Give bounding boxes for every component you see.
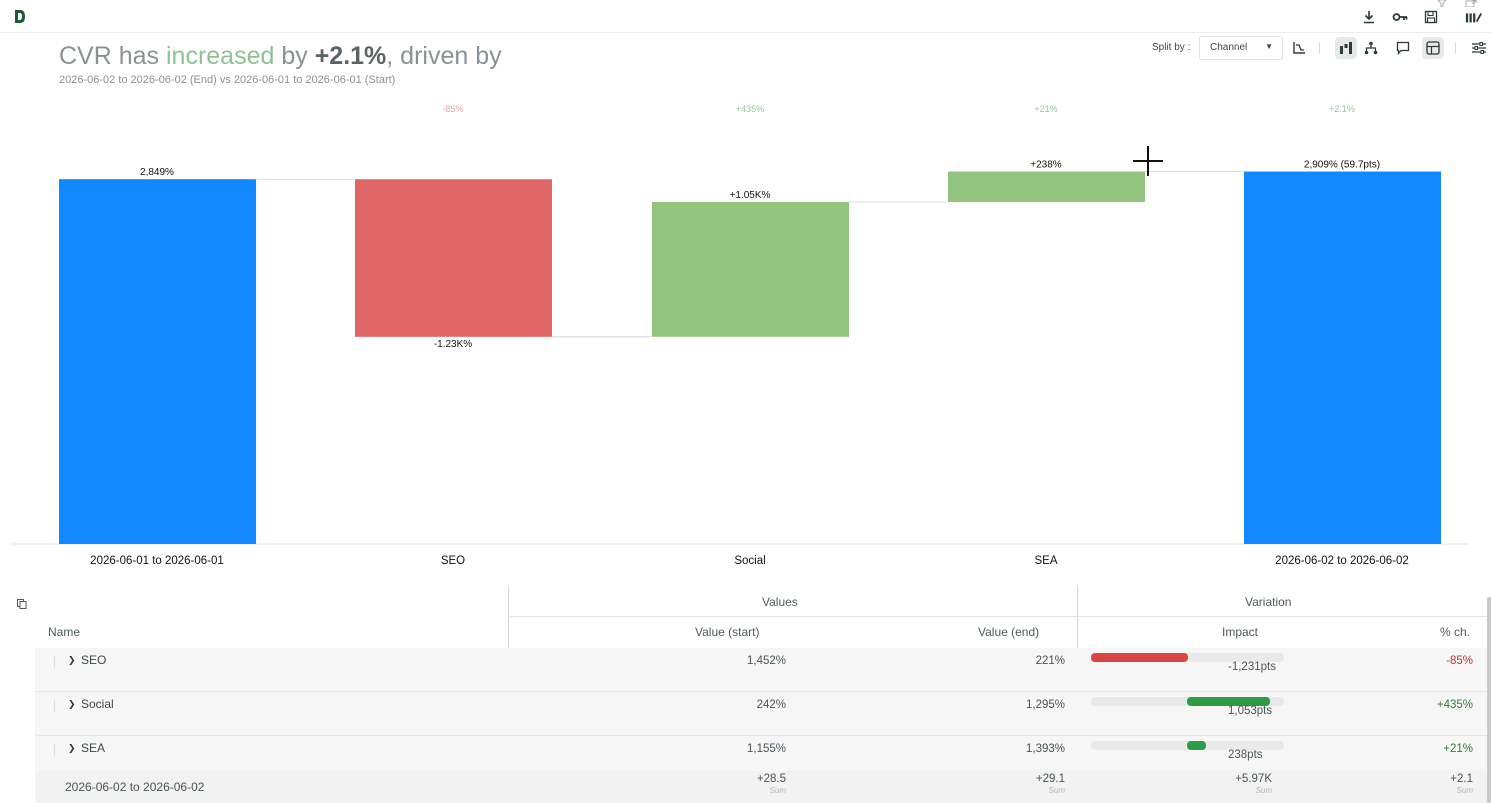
waterfall-total-bar — [1244, 171, 1441, 544]
waterfall-delta-bar — [948, 171, 1145, 203]
row-impact: -1,231pts — [1228, 661, 1276, 673]
chart-type-button[interactable] — [1288, 37, 1310, 59]
download-icon[interactable] — [1360, 8, 1378, 26]
table-row[interactable]: ❯ SEO 1,452% 221% -1,231pts -85% — [35, 648, 1488, 692]
waterfall-view-icon[interactable] — [1335, 37, 1357, 59]
x-tick-label: SEO — [441, 555, 465, 567]
waterfall-delta-bar — [355, 179, 552, 337]
table-row[interactable]: ❯ Social 242% 1,295% 1,053pts +435% — [35, 692, 1488, 736]
waterfall-chart: 2,849% 2026-06-01 to 2026-06-01 -1.23K% -85… — [10, 104, 1468, 567]
filter-icon[interactable] — [1437, 0, 1449, 9]
impact-bar-fill — [1091, 653, 1188, 662]
column-header-impact[interactable]: Impact — [1222, 625, 1258, 639]
table-view-icon[interactable] — [1422, 37, 1444, 59]
bar-value-label: +238% — [1030, 160, 1062, 171]
row-select-handle[interactable] — [54, 700, 55, 712]
key-icon[interactable] — [1391, 8, 1409, 26]
table-footer: 2026-06-02 to 2026-06-02 +28.5 Sum +29.1… — [35, 771, 1488, 803]
headline: CVR has increased by +2.1%, driven by — [59, 42, 502, 71]
x-tick-label: 2026-06-02 to 2026-06-02 — [1275, 555, 1409, 567]
expand-chevron-icon[interactable]: ❯ — [68, 699, 76, 710]
footer-impact-agg: Sum — [1255, 786, 1272, 795]
footer-start-sum: +28.5 — [756, 773, 786, 785]
row-name: SEA — [81, 741, 106, 755]
row-select-handle[interactable] — [54, 744, 55, 756]
impact-bar-fill — [1187, 741, 1206, 750]
expand-chevron-icon[interactable]: ❯ — [68, 743, 76, 754]
row-pct-change: +21% — [1443, 743, 1473, 755]
separator — [1319, 42, 1320, 54]
bar-value-label: 2,909% (59.7pts) — [1304, 160, 1380, 171]
column-header-name[interactable]: Name — [48, 625, 80, 639]
x-tick-label: Social — [734, 555, 765, 567]
footer-end-agg: Sum — [1048, 786, 1065, 795]
split-by-label: Split by : — [1152, 42, 1191, 53]
x-tick-label: 2026-06-01 to 2026-06-01 — [90, 555, 224, 567]
settings-sliders-icon[interactable] — [1468, 37, 1490, 59]
pct-change-label: +21% — [1034, 104, 1057, 114]
crosshair-cursor — [1133, 160, 1163, 162]
row-impact: 238pts — [1228, 749, 1263, 761]
pct-change-label: -85% — [442, 104, 463, 114]
save-icon[interactable] — [1422, 8, 1440, 26]
waterfall-total-bar — [59, 179, 256, 544]
footer-pct-sum: +2.1 — [1450, 773, 1473, 785]
date-comparison-subtitle: 2026-06-02 to 2026-06-02 (End) vs 2026-0… — [59, 74, 396, 86]
tree-view-icon[interactable] — [1360, 37, 1382, 59]
row-value-start: 1,452% — [746, 655, 786, 667]
footer-name: 2026-06-02 to 2026-06-02 — [65, 780, 205, 794]
headline-suffix: , driven by — [386, 42, 502, 70]
top-bar: D — [0, 0, 1491, 33]
footer-end-sum: +29.1 — [1035, 773, 1065, 785]
split-by-select[interactable]: Channel ▼ — [1199, 36, 1283, 60]
footer-impact-sum: +5.97K — [1235, 773, 1272, 785]
footer-start-agg: Sum — [769, 786, 786, 795]
copy-icon[interactable] — [17, 596, 27, 609]
row-name: SEO — [81, 653, 107, 667]
expand-icon[interactable] — [1465, 0, 1477, 9]
row-pct-change: -85% — [1446, 655, 1473, 667]
pct-change-label: +435% — [736, 104, 764, 114]
row-value-end: 1,393% — [1025, 743, 1065, 755]
header-divider — [508, 616, 1488, 617]
bar-value-label: +1.05K% — [730, 190, 771, 201]
pct-change-label: +2.1% — [1329, 104, 1355, 114]
waterfall-delta-bar — [652, 202, 849, 337]
expand-chevron-icon[interactable]: ❯ — [68, 655, 76, 666]
row-pct-change: +435% — [1436, 699, 1473, 711]
row-value-start: 242% — [756, 699, 786, 711]
table-scrollbar[interactable] — [1487, 597, 1491, 803]
row-impact: 1,053pts — [1228, 705, 1273, 717]
comment-icon[interactable] — [1392, 37, 1414, 59]
column-header-end[interactable]: Value (end) — [978, 625, 1039, 639]
row-value-end: 221% — [1035, 655, 1065, 667]
app-logo[interactable] — [14, 9, 26, 24]
bar-value-label: -1.23K% — [434, 339, 472, 350]
chevron-down-icon: ▼ — [1265, 42, 1273, 51]
row-select-handle[interactable] — [54, 656, 55, 668]
row-value-start: 1,155% — [746, 743, 786, 755]
row-name: Social — [81, 697, 114, 711]
values-group-header: Values — [762, 595, 798, 609]
footer-pct-agg: Sum — [1456, 786, 1473, 795]
library-edit-icon[interactable] — [1465, 8, 1483, 26]
row-value-end: 1,295% — [1025, 699, 1065, 711]
column-header-pct-change[interactable]: % ch. — [1440, 625, 1470, 639]
x-tick-label: SEA — [1034, 555, 1057, 567]
column-header-start[interactable]: Value (start) — [695, 625, 759, 639]
separator — [1455, 42, 1456, 54]
headline-direction: increased — [165, 42, 275, 70]
chart-controls: Split by : Channel ▼ — [1141, 36, 1491, 60]
headline-change: +2.1% — [314, 42, 387, 70]
variation-group-header: Variation — [1245, 595, 1292, 609]
bar-value-label: 2,849% — [140, 167, 174, 178]
breakdown-table: Values Variation Name Value (start) Valu… — [35, 586, 1488, 803]
headline-mid: by — [274, 42, 315, 70]
split-by-value: Channel — [1210, 42, 1248, 53]
headline-prefix: CVR has — [59, 42, 166, 70]
